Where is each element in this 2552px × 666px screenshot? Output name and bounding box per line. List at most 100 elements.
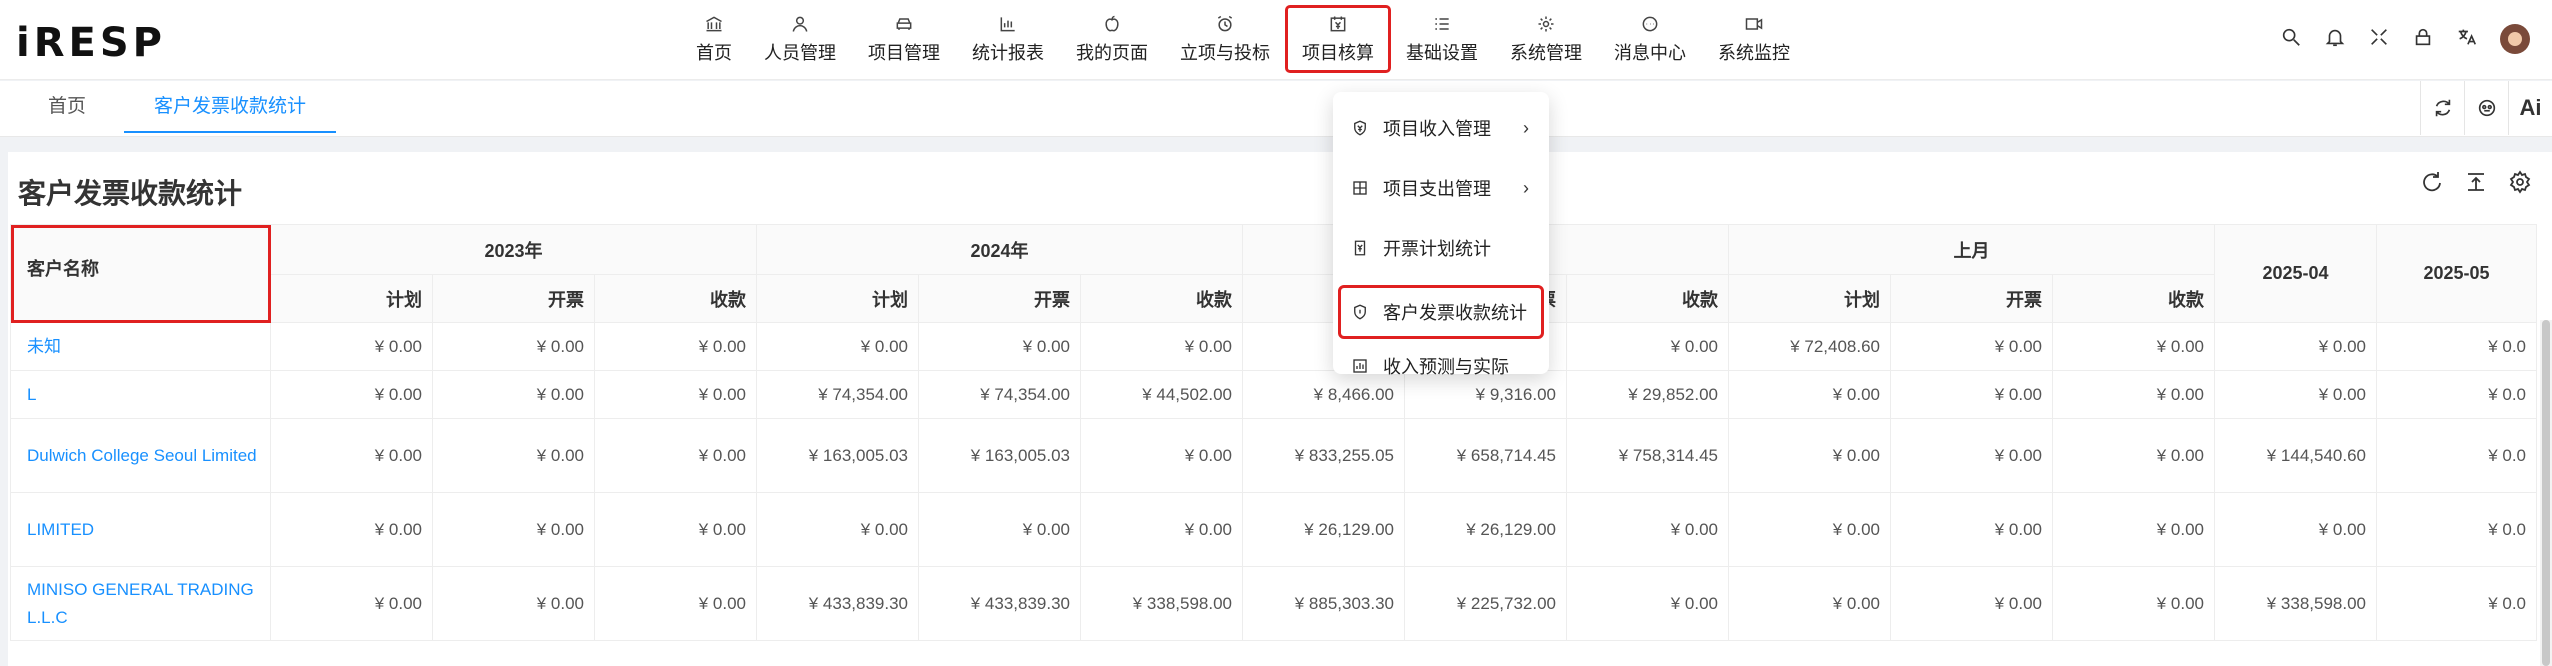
tab-invoice-stats[interactable]: 客户发票收款统计	[124, 81, 336, 133]
nav-label: 人员管理	[764, 43, 836, 63]
menu-item-3[interactable]: 客户发票收款统计	[1338, 285, 1544, 339]
sub-header: 收款	[1080, 274, 1243, 323]
apple-icon	[1101, 13, 1123, 35]
assistant-icon[interactable]	[2464, 81, 2508, 135]
sub-header: 收款	[2052, 274, 2215, 323]
table-cell: ¥ 0.00	[1890, 322, 2053, 371]
user-icon	[789, 13, 811, 35]
nav-item-8[interactable]: 系统管理	[1496, 8, 1596, 70]
gear-icon	[1535, 13, 1557, 35]
table-cell: ¥ 74,354.00	[918, 370, 1081, 419]
table-row: Dulwich College Seoul Limited ¥ 0.00 ¥ 0.0…	[10, 418, 2537, 493]
table-cell: ¥ 0.00	[2052, 418, 2215, 493]
customer-name-text: Dulwich College Seoul Limited	[27, 445, 257, 465]
table-cell: ¥ 0.00	[594, 418, 757, 493]
table-cell: ¥ 144,540.60	[2214, 418, 2377, 493]
customer-name-text: L	[27, 384, 37, 404]
table-cell: ¥ 0.0	[2376, 566, 2537, 641]
table-cell: ¥ 0.00	[1080, 418, 1243, 493]
table-cell: ¥ 0.00	[2052, 566, 2215, 641]
customer-name-link[interactable]: 未知	[10, 322, 271, 371]
table-cell: ¥ 833,255.05	[1242, 418, 1405, 493]
table-cell: ¥ 0.00	[1080, 322, 1243, 371]
table-cell: ¥ 29,852.00	[1566, 370, 1729, 419]
yen-shield-icon	[1351, 119, 1375, 137]
yen-doc-icon	[1351, 239, 1375, 257]
scrollbar-thumb[interactable]	[2542, 320, 2550, 666]
header-2025-05: 2025-05	[2376, 224, 2537, 323]
ai-button[interactable]: Ai	[2508, 81, 2552, 135]
menu-item-label: 收入预测与实际	[1383, 357, 1509, 377]
reload-icon[interactable]	[2420, 170, 2444, 199]
menu-item-0[interactable]: 项目收入管理 ›	[1341, 104, 1541, 152]
translate-icon[interactable]	[2456, 26, 2478, 53]
nav-label: 项目管理	[868, 43, 940, 63]
table-cell: ¥ 0.00	[2214, 370, 2377, 419]
table-cell: ¥ 0.00	[756, 322, 919, 371]
nav-item-5[interactable]: 立项与投标	[1166, 8, 1284, 70]
lock-icon[interactable]	[2412, 26, 2434, 53]
table-cell: ¥ 72,408.60	[1728, 322, 1891, 371]
table-cell: ¥ 0.0	[2376, 418, 2537, 493]
table-cell: ¥ 0.00	[270, 370, 433, 419]
table-cell: ¥ 0.00	[432, 370, 595, 419]
table-cell: ¥ 0.00	[432, 418, 595, 493]
tab-home[interactable]: 首页	[48, 81, 86, 133]
menu-item-2[interactable]: 开票计划统计	[1341, 224, 1541, 272]
list-icon	[1431, 13, 1453, 35]
customer-name-link[interactable]: MINISO GENERAL TRADING L.L.C	[10, 566, 271, 641]
nav-label: 我的页面	[1076, 43, 1148, 63]
table-cell: ¥ 0.00	[1566, 322, 1729, 371]
nav-label: 首页	[696, 43, 732, 63]
nav-item-6[interactable]: 项目核算	[1285, 5, 1391, 73]
customer-name-link[interactable]: Dulwich College Seoul Limited	[10, 418, 271, 493]
table-cell: ¥ 0.00	[432, 566, 595, 641]
nav-item-10[interactable]: 系统监控	[1704, 8, 1804, 70]
table-cell: ¥ 0.00	[1890, 566, 2053, 641]
table-row: MINISO GENERAL TRADING L.L.C ¥ 0.00 ¥ 0.00…	[10, 566, 2537, 641]
table-cell: ¥ 26,129.00	[1242, 492, 1405, 567]
nav-item-4[interactable]: 我的页面	[1062, 8, 1162, 70]
table-cell: ¥ 0.0	[2376, 322, 2537, 371]
bell-icon[interactable]	[2324, 26, 2346, 53]
nav-item-9[interactable]: 消息中心	[1600, 8, 1700, 70]
menu-item-4[interactable]: 收入预测与实际	[1341, 342, 1541, 390]
nav-item-2[interactable]: 项目管理	[854, 8, 954, 70]
app-logo: iRESP	[16, 20, 166, 66]
nav-item-3[interactable]: 统计报表	[958, 8, 1058, 70]
table-cell: ¥ 0.00	[594, 492, 757, 567]
table-cell: ¥ 338,598.00	[1080, 566, 1243, 641]
refresh-icon[interactable]	[2420, 81, 2464, 135]
video-icon	[1743, 13, 1765, 35]
menu-item-label: 开票计划统计	[1383, 239, 1491, 259]
settings-icon[interactable]	[2508, 170, 2532, 199]
table-cell: ¥ 0.00	[432, 322, 595, 371]
table-cell: ¥ 0.00	[1890, 492, 2053, 567]
shield-icon	[1351, 303, 1375, 321]
table-cell: ¥ 0.00	[2214, 492, 2377, 567]
fullscreen-icon[interactable]	[2368, 26, 2390, 53]
table-cell: ¥ 0.00	[1890, 370, 2053, 419]
column-height-icon[interactable]	[2464, 170, 2488, 199]
table-cell: ¥ 433,839.30	[918, 566, 1081, 641]
nav-label: 消息中心	[1614, 43, 1686, 63]
customer-name-text: 未知	[27, 336, 61, 356]
customer-name-link[interactable]: L	[10, 370, 271, 419]
table-cell: ¥ 0.00	[756, 492, 919, 567]
search-icon[interactable]	[2280, 26, 2302, 53]
avatar[interactable]	[2500, 24, 2530, 54]
menu-item-1[interactable]: 项目支出管理 ›	[1341, 164, 1541, 212]
nav-item-0[interactable]: 首页	[682, 8, 746, 70]
customer-name-header[interactable]: 客户名称	[10, 224, 271, 323]
grid-icon	[1351, 179, 1375, 197]
nav-item-1[interactable]: 人员管理	[750, 8, 850, 70]
vertical-scrollbar[interactable]	[2540, 320, 2552, 666]
top-bar: iRESP 首页 人员管理 项目管理 统计报表 我的页面 立项与投标 项目核算 基础设置 系统管…	[0, 0, 2552, 80]
customer-name-link[interactable]: LIMITED	[10, 492, 271, 567]
table-cell: ¥ 885,303.30	[1242, 566, 1405, 641]
table-cell: ¥ 225,732.00	[1404, 566, 1567, 641]
table-cell: ¥ 0.00	[594, 566, 757, 641]
nav-item-7[interactable]: 基础设置	[1392, 8, 1492, 70]
bar-chart-icon	[997, 13, 1019, 35]
nav-label: 系统管理	[1510, 43, 1582, 63]
